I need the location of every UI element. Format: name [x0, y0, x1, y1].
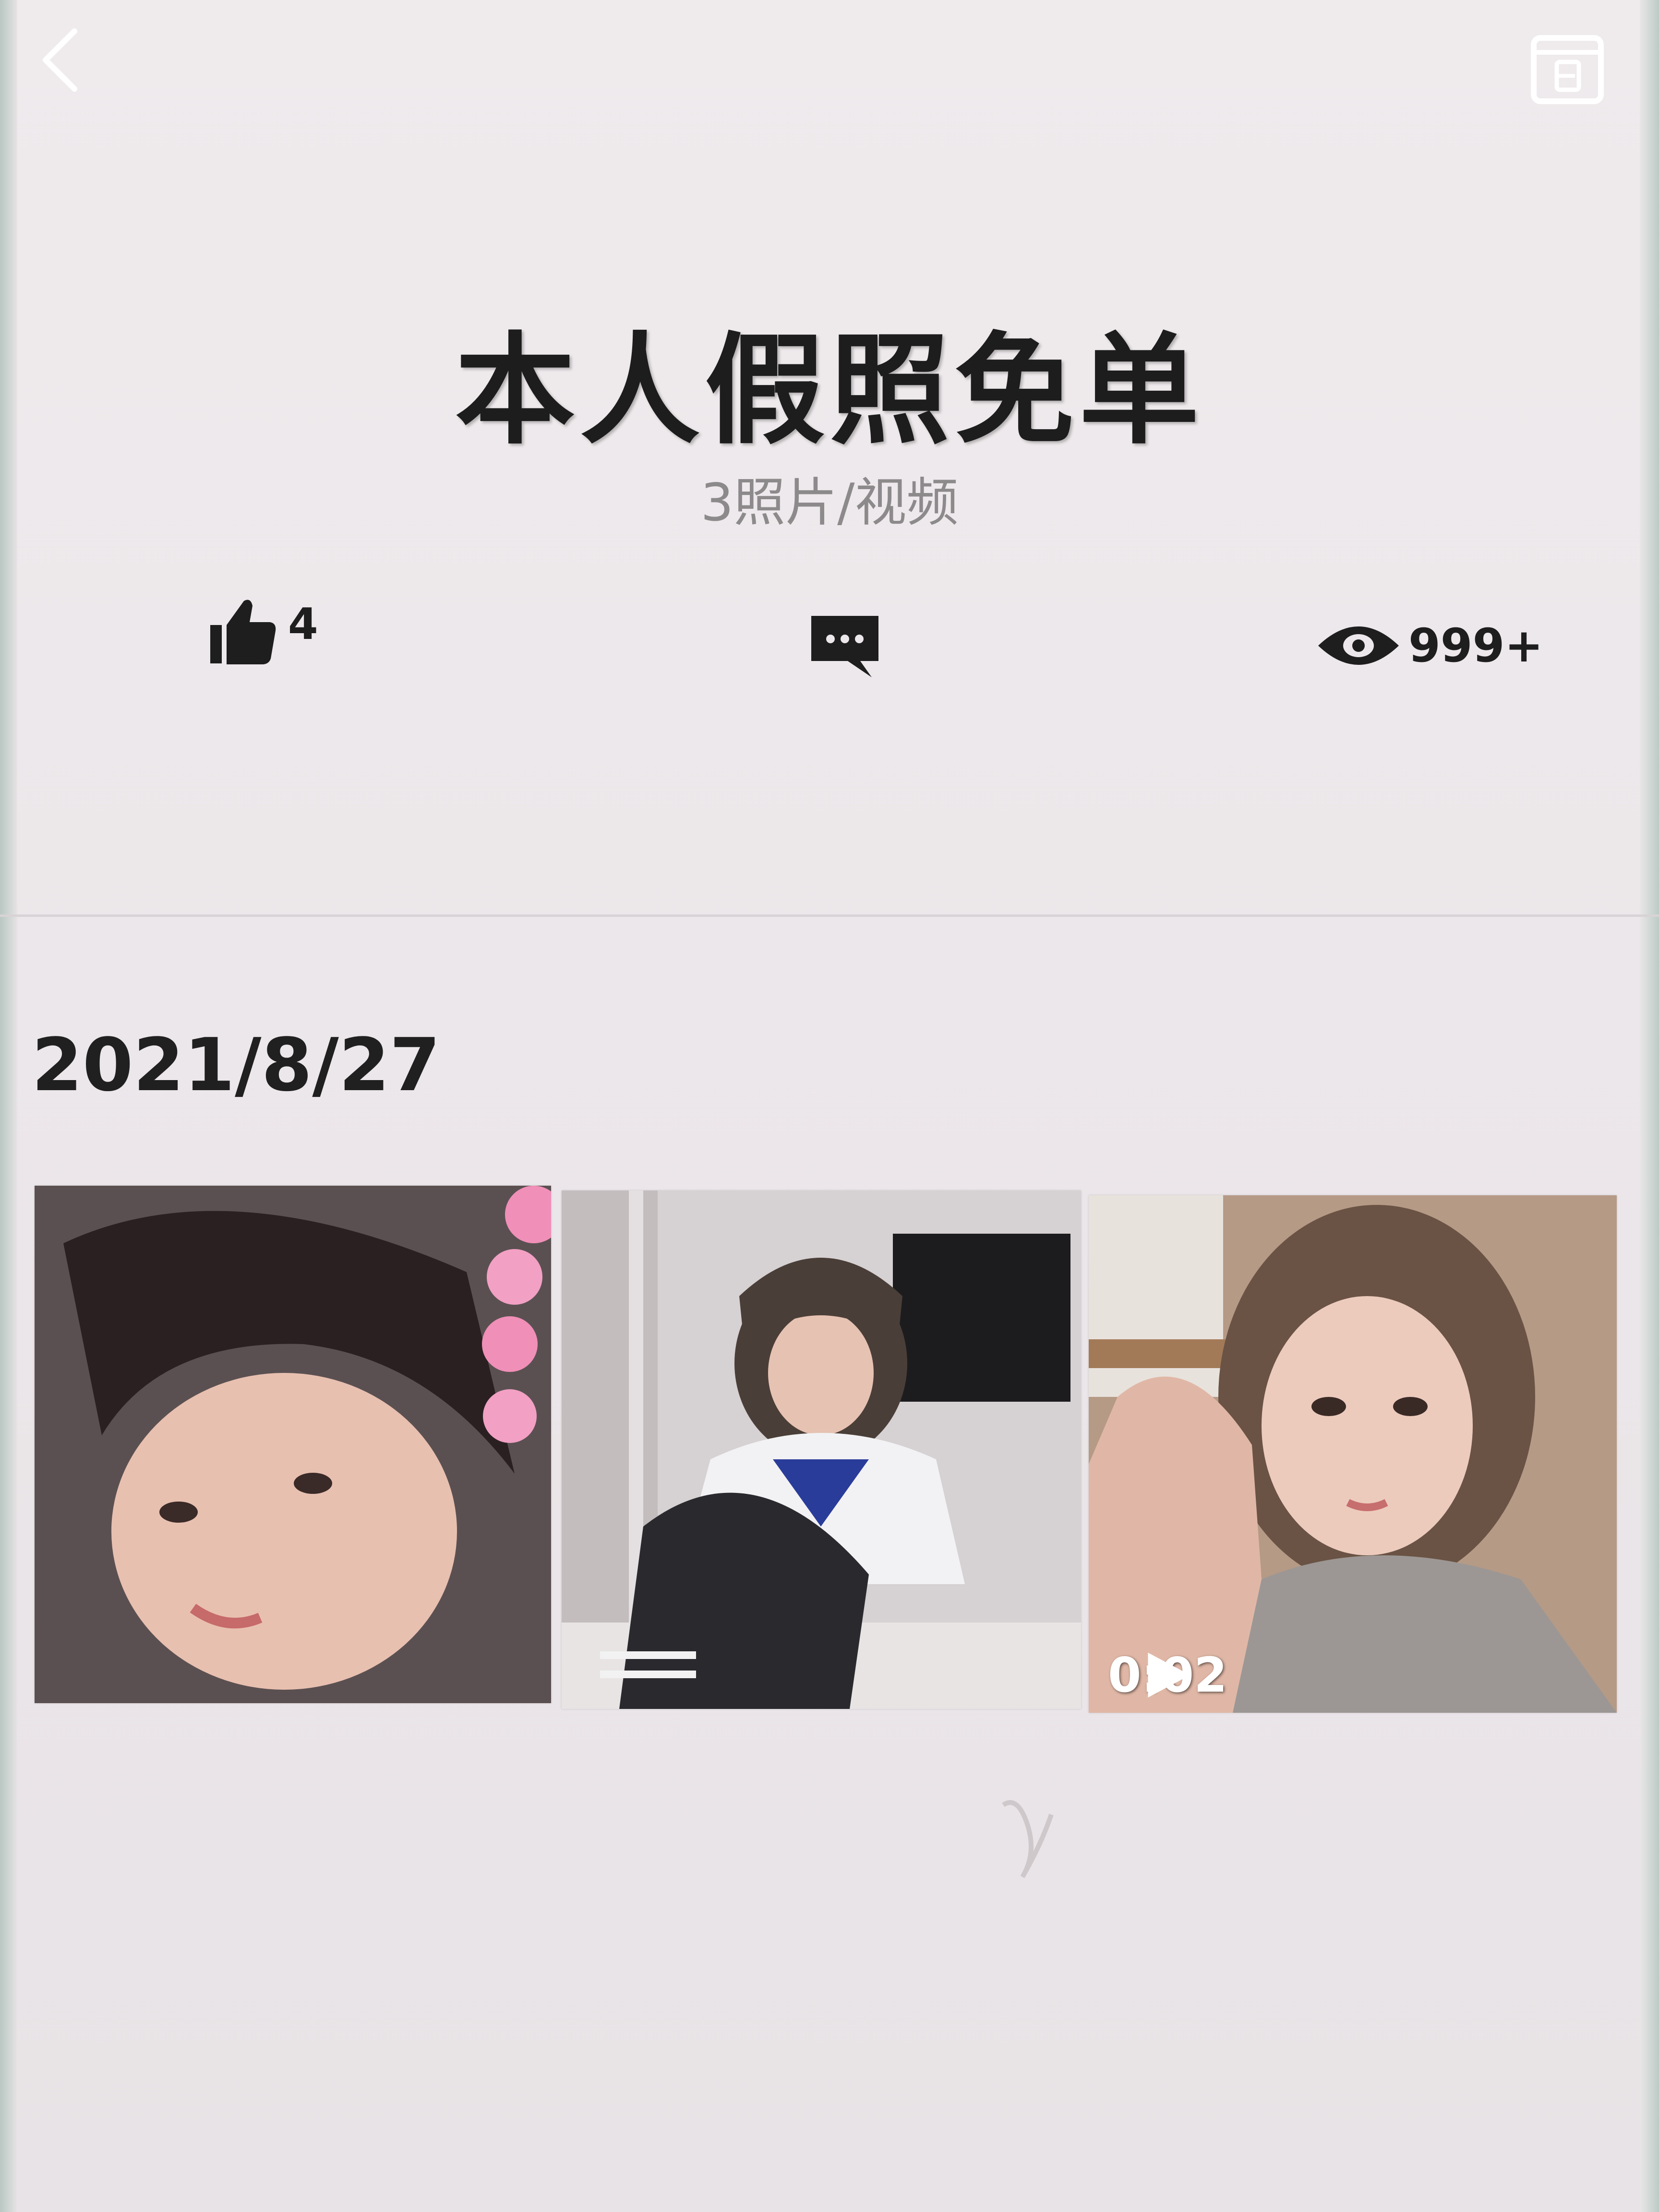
- photo-portrait-image: [35, 1186, 551, 1703]
- media-grid: 0:02: [0, 0, 1659, 2212]
- media-thumbnail-1[interactable]: [35, 1186, 551, 1703]
- media-thumbnail-2[interactable]: [562, 1190, 1081, 1709]
- photo-room-image: [562, 1190, 1081, 1709]
- media-thumbnail-3-video[interactable]: 0:02: [1089, 1195, 1617, 1713]
- screen-smudge: [1002, 1800, 1054, 1878]
- video-preview-image: [1089, 1195, 1617, 1713]
- video-duration-badge: 0:02: [1108, 1647, 1227, 1703]
- album-screen: 本人假照免单 3照片/视频 4 999+ 2021/8/27: [0, 0, 1659, 2212]
- play-icon: [1148, 1652, 1190, 1698]
